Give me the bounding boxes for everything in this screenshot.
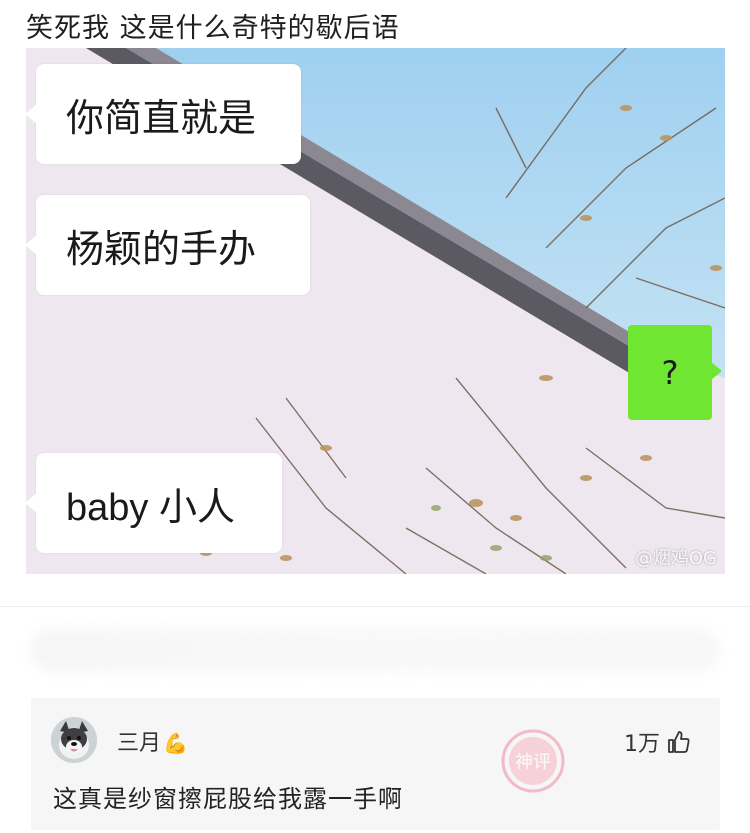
featured-comment-stamp-icon: 神评 <box>493 721 573 801</box>
post-card: 笑死我 这是什么奇特的歇后语 你简直就是 杨颖的手办 baby 小人 ? @烟鸡… <box>0 0 750 607</box>
post-title: 笑死我 这是什么奇特的歇后语 <box>26 13 400 44</box>
chat-bubble-1: 你简直就是 <box>26 64 301 164</box>
avatar[interactable] <box>51 717 97 763</box>
post-image[interactable]: 你简直就是 杨颖的手办 baby 小人 ? @烟鸡OG <box>26 48 725 574</box>
reply-bubble: ? <box>628 325 722 420</box>
comment-username[interactable]: 三月 💪 <box>117 725 188 757</box>
like-count: 1万 <box>624 732 660 757</box>
image-watermark: @烟鸡OG <box>634 548 717 569</box>
blurred-divider <box>30 628 720 672</box>
chat-bubble-3: baby 小人 <box>26 453 282 553</box>
comment-text: 这真是纱窗擦屁股给我露一手啊 <box>53 785 403 813</box>
stamp-text: 神评 <box>515 752 551 773</box>
dog-avatar-icon <box>51 717 97 763</box>
flexed-biceps-icon: 💪 <box>163 731 188 755</box>
like-control[interactable]: 1万 <box>624 726 692 758</box>
top-comment: 三月 💪 神评 1万 这真是纱窗擦屁股给我露一手啊 <box>31 698 720 830</box>
thumbs-up-icon[interactable] <box>666 729 692 755</box>
chat-bubble-2: 杨颖的手办 <box>26 195 310 295</box>
username-text: 三月 <box>117 731 162 756</box>
